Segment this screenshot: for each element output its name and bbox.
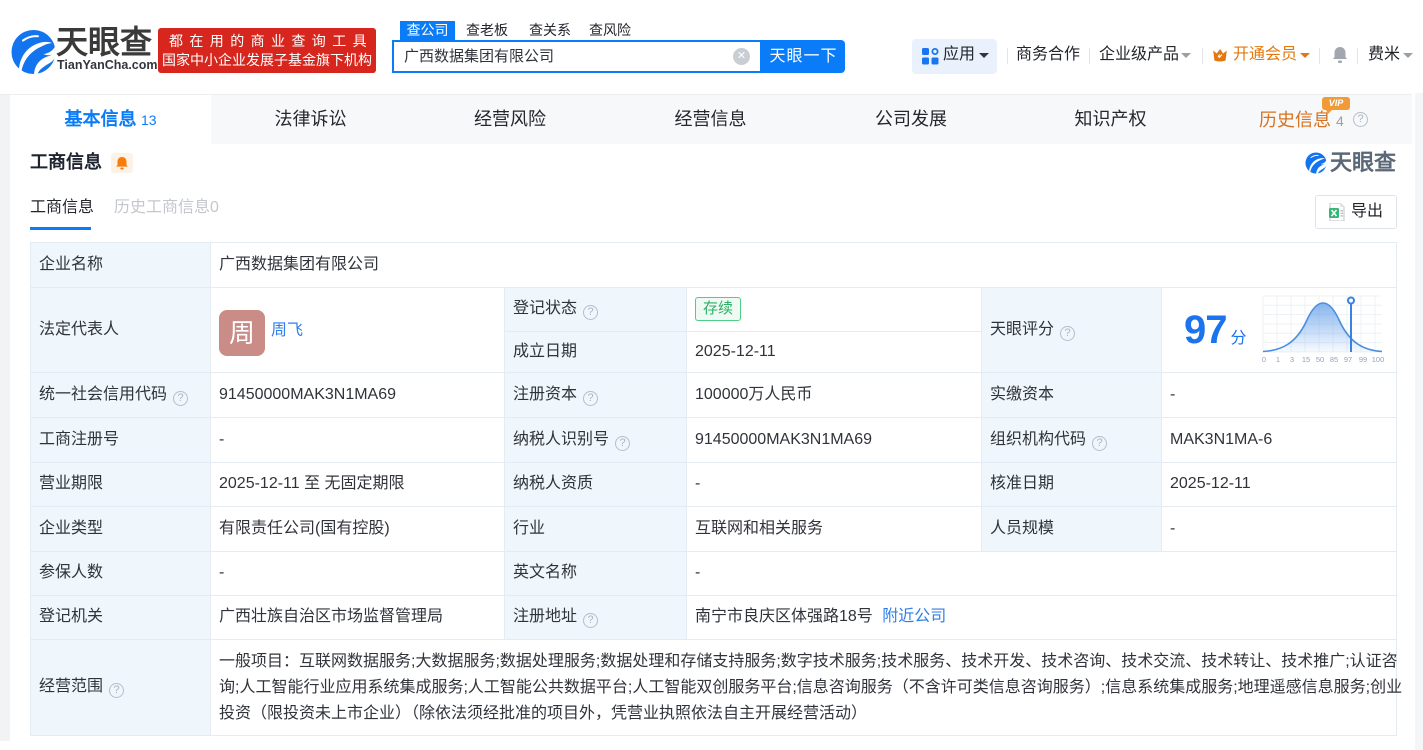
svg-text:97: 97 (1344, 355, 1352, 364)
svg-text:85: 85 (1330, 355, 1338, 364)
svg-text:100: 100 (1372, 355, 1385, 364)
svg-text:1: 1 (1276, 355, 1280, 364)
svg-text:50: 50 (1316, 355, 1324, 364)
svg-text:99: 99 (1359, 355, 1367, 364)
svg-text:15: 15 (1302, 355, 1310, 364)
svg-text:0: 0 (1262, 355, 1266, 364)
svg-text:3: 3 (1290, 355, 1294, 364)
